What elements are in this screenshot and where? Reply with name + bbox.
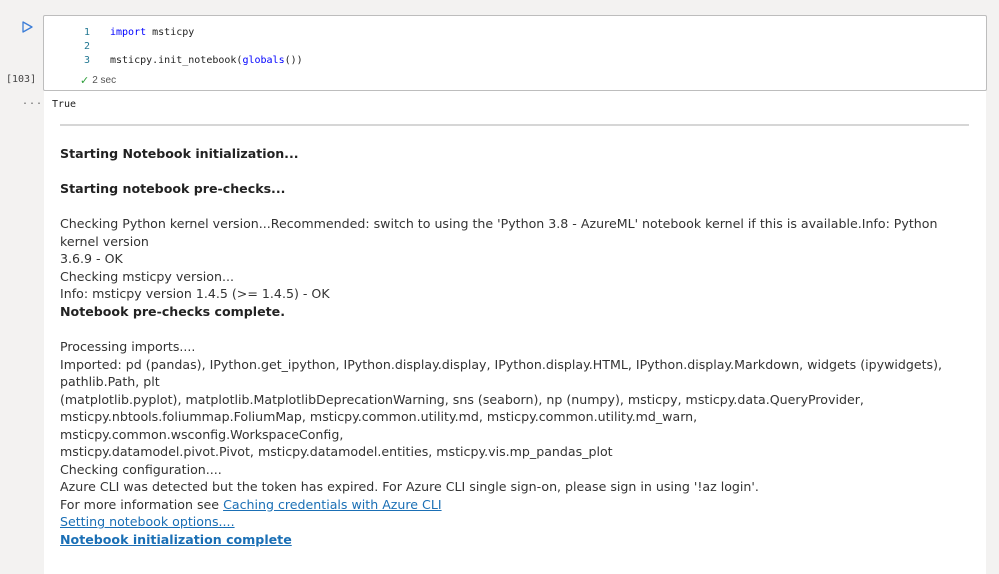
- line-number: 2: [83, 41, 90, 52]
- heading-prechecks: Starting notebook pre-checks...: [60, 181, 286, 196]
- msticpy-check: Checking msticpy version...: [60, 268, 234, 284]
- msticpy-info: Info: msticpy version 1.4.5 (>= 1.4.5) -…: [60, 286, 330, 301]
- execution-count: [103]: [6, 74, 37, 85]
- divider: [60, 124, 969, 126]
- cell-output: True Starting Notebook initialization...…: [44, 91, 986, 574]
- imported-line: Imported: pd (pandas), IPython.get_ipyth…: [60, 356, 943, 390]
- checking-config: Checking configuration....: [60, 461, 222, 477]
- setting-options-link[interactable]: Setting notebook options....: [60, 514, 235, 529]
- line-number: 3: [83, 55, 90, 66]
- imports-block: Processing imports.... Imported: pd (pan…: [60, 338, 970, 531]
- init-complete: Notebook initialization complete: [60, 531, 970, 549]
- execution-status: ✓ 2 sec: [80, 74, 116, 87]
- line-number: 1: [83, 27, 90, 38]
- imported-line: msticpy.nbtools.foliummap.FoliumMap, mst…: [60, 409, 698, 442]
- azure-cli-warning: Azure CLI was detected but the token has…: [60, 479, 759, 494]
- play-icon: [22, 21, 33, 33]
- run-cell-button[interactable]: [20, 20, 36, 36]
- builtin-function: globals: [242, 55, 285, 66]
- keyword: import: [110, 27, 147, 38]
- more-info: For more information see Caching credent…: [60, 496, 442, 512]
- return-value: True: [52, 99, 77, 110]
- caching-credentials-link[interactable]: Caching credentials with Azure CLI: [223, 497, 442, 512]
- kernel-check: Checking Python kernel version...Recomme…: [60, 215, 970, 303]
- heading-init: Starting Notebook initialization...: [60, 146, 299, 161]
- imported-line: (matplotlib.pyplot), matplotlib.Matplotl…: [60, 391, 864, 407]
- output-prompt[interactable]: ...: [22, 96, 43, 107]
- imported-line: msticpy.datamodel.pivot.Pivot, msticpy.d…: [60, 444, 613, 459]
- prechecks-complete: Notebook pre-checks complete.: [60, 304, 285, 319]
- processing-imports: Processing imports....: [60, 339, 196, 354]
- code-cell[interactable]: 1 import msticpy 2 3 msticpy.init_notebo…: [43, 15, 987, 91]
- check-icon: ✓: [80, 75, 90, 87]
- execution-duration: 2 sec: [92, 75, 117, 86]
- init-complete-link[interactable]: Notebook initialization complete: [60, 532, 292, 547]
